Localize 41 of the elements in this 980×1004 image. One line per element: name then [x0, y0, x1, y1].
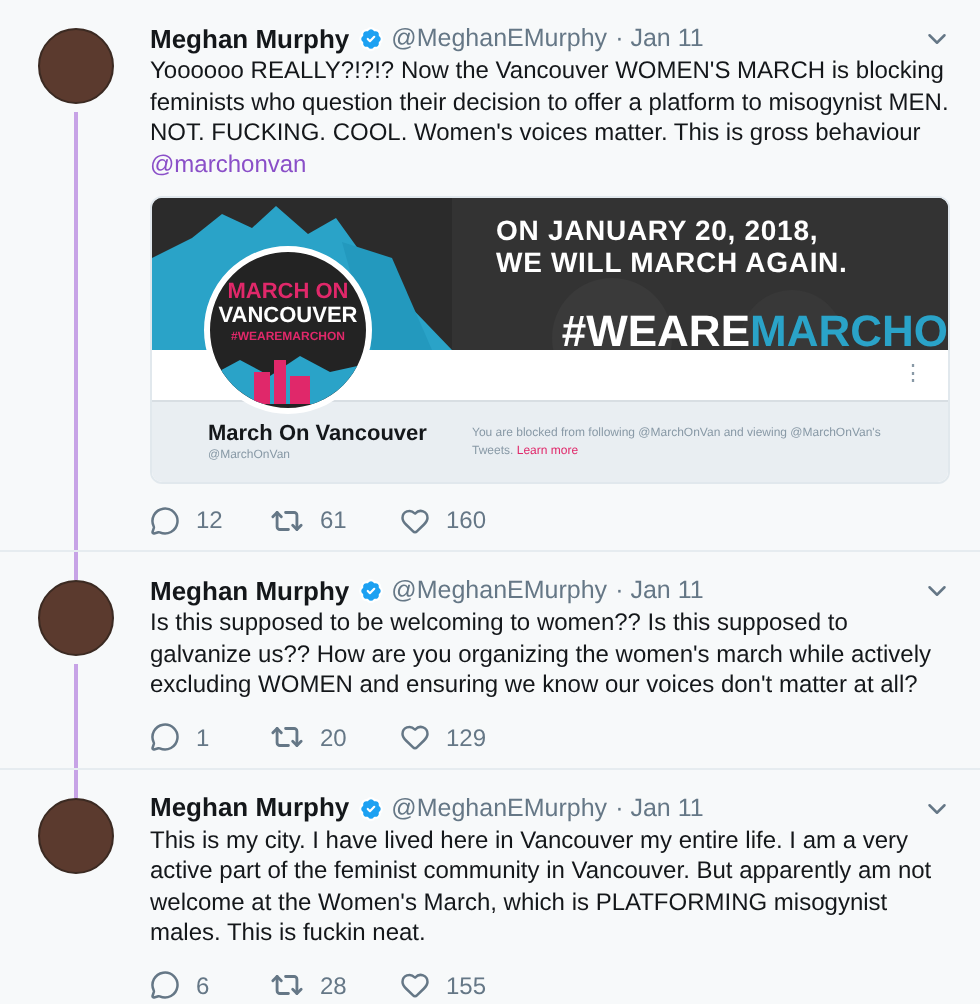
banner-hashtag: #WEAREMARCHO [561, 308, 948, 356]
like-count: 129 [446, 721, 487, 755]
more-icon[interactable]: ⋮ [902, 358, 924, 392]
reply-icon[interactable] [150, 970, 180, 1000]
mention-link[interactable]: @marchonvan [150, 149, 307, 177]
retweet-count: 28 [320, 969, 347, 1003]
reply-count: 6 [196, 969, 210, 1003]
profile-card[interactable] [150, 196, 950, 484]
logo-text: MARCH ON [227, 280, 349, 304]
author-name[interactable]: Meghan Murphy [150, 19, 350, 59]
author-name[interactable]: Meghan Murphy [150, 788, 350, 828]
author-handle[interactable]: @MeghanEMurphy [391, 572, 608, 610]
tweet-text: Yoooooo REALLY?!?!? Now the Vancouver WOMEN'S MARCH is blocking feminists who question their decision to offer a platform to misogynist MEN. NOT. FUCKING. COOL. Women's voices matter. This is gross behaviour @marchonvan [150, 56, 950, 180]
banner-text: WE WILL MARCH AGAIN. [496, 246, 848, 278]
reply-icon[interactable] [150, 722, 180, 752]
tweet-date[interactable]: · Jan 11 [615, 789, 704, 827]
like-icon[interactable] [400, 505, 430, 535]
author-handle[interactable]: @MeghanEMurphy [391, 789, 608, 827]
retweet-count: 20 [320, 721, 347, 755]
retweet-count: 61 [320, 504, 347, 538]
like-count: 160 [446, 504, 487, 538]
like-icon[interactable] [400, 970, 430, 1000]
author-name[interactable]: Meghan Murphy [150, 571, 350, 611]
tweet[interactable] [0, 769, 980, 1004]
tweet-text: Is this supposed to be welcoming to women?? Is this supposed to galvanize us?? How are you organizing the women's march while actively excluding WOMEN and ensuring we know our voices don't matter at all? [150, 608, 933, 701]
avatar[interactable] [37, 580, 113, 656]
card-name: March On Vancouver [208, 422, 428, 448]
avatar[interactable] [37, 797, 113, 873]
banner-text: ON JANUARY 20, 2018, [496, 214, 821, 246]
reply-icon[interactable] [150, 505, 180, 535]
reply-count: 1 [196, 721, 210, 755]
tweet-text: This is my city. I have lived here in Vancouver my entire life. I am a very active part of the feminist community in Vancouver. But apparently am not welcome at the Women's March, which is PLATFORMING misogynist males. This is fuckin neat. [150, 825, 934, 949]
avatar[interactable] [37, 28, 113, 104]
author-handle[interactable]: @MeghanEMurphy [391, 20, 608, 58]
reply-count: 12 [196, 504, 223, 538]
tweet-date[interactable]: · Jan 11 [615, 572, 704, 610]
tweet[interactable] [0, 552, 980, 769]
logo-text: VANCOUVER [218, 304, 358, 328]
like-icon[interactable] [400, 722, 430, 752]
tweet-date[interactable]: · Jan 11 [615, 20, 704, 58]
like-count: 155 [446, 969, 487, 1003]
